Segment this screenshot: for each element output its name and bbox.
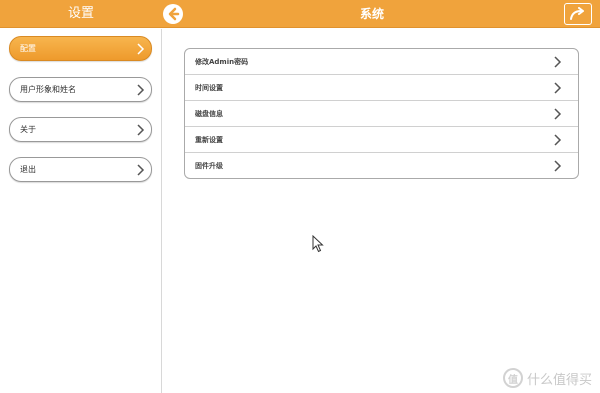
back-button[interactable] bbox=[163, 4, 183, 24]
settings-item-label: 磁盘信息 bbox=[195, 110, 223, 118]
settings-item-disk-info[interactable]: 磁盘信息 bbox=[185, 101, 578, 127]
settings-item-time[interactable]: 时间设置 bbox=[185, 75, 578, 101]
sidebar-title: 设置 bbox=[67, 6, 94, 21]
settings-item-firmware-upgrade[interactable]: 固件升级 bbox=[185, 153, 578, 178]
settings-item-admin-password[interactable]: 修改Admin密码 bbox=[185, 49, 578, 75]
sidebar-item-logout[interactable]: 退出 bbox=[9, 157, 152, 182]
settings-item-reset[interactable]: 重新设置 bbox=[185, 127, 578, 153]
share-button[interactable] bbox=[564, 3, 592, 25]
sidebar-item-label: 退出 bbox=[20, 165, 36, 174]
watermark: 值 什么值得买 bbox=[502, 368, 592, 388]
back-arrow-icon bbox=[168, 7, 180, 21]
chevron-right-icon bbox=[554, 160, 562, 172]
chevron-right-icon bbox=[554, 108, 562, 120]
mouse-pointer-icon bbox=[312, 235, 324, 253]
chevron-right-icon bbox=[554, 134, 562, 146]
sidebar-item-label: 配置 bbox=[20, 44, 36, 53]
chevron-right-icon bbox=[137, 124, 145, 136]
settings-item-label: 固件升级 bbox=[195, 162, 223, 170]
chevron-right-icon bbox=[554, 56, 562, 68]
page-title: 系统 bbox=[359, 7, 384, 21]
sidebar-item-about[interactable]: 关于 bbox=[9, 117, 152, 142]
settings-list: 修改Admin密码 时间设置 磁盘信息 重新设置 固件升级 bbox=[184, 48, 579, 179]
watermark-logo-icon: 值 bbox=[502, 368, 523, 388]
settings-item-label: 时间设置 bbox=[195, 84, 223, 92]
sidebar: 配置 用户形象和姓名 关于 退出 bbox=[0, 29, 162, 393]
settings-item-label: 重新设置 bbox=[195, 136, 223, 144]
settings-item-label: 修改Admin密码 bbox=[195, 58, 249, 66]
sidebar-item-user-profile[interactable]: 用户形象和姓名 bbox=[9, 77, 152, 102]
chevron-right-icon bbox=[137, 43, 145, 55]
sidebar-item-config[interactable]: 配置 bbox=[9, 36, 152, 61]
share-icon bbox=[570, 7, 584, 20]
watermark-text: 什么值得买 bbox=[526, 372, 592, 388]
chevron-right-icon bbox=[137, 164, 145, 176]
sidebar-item-label: 关于 bbox=[20, 125, 36, 134]
sidebar-item-label: 用户形象和姓名 bbox=[20, 85, 76, 94]
chevron-right-icon bbox=[137, 84, 145, 96]
top-bar: 设置 系统 bbox=[0, 0, 600, 28]
chevron-right-icon bbox=[554, 82, 562, 94]
